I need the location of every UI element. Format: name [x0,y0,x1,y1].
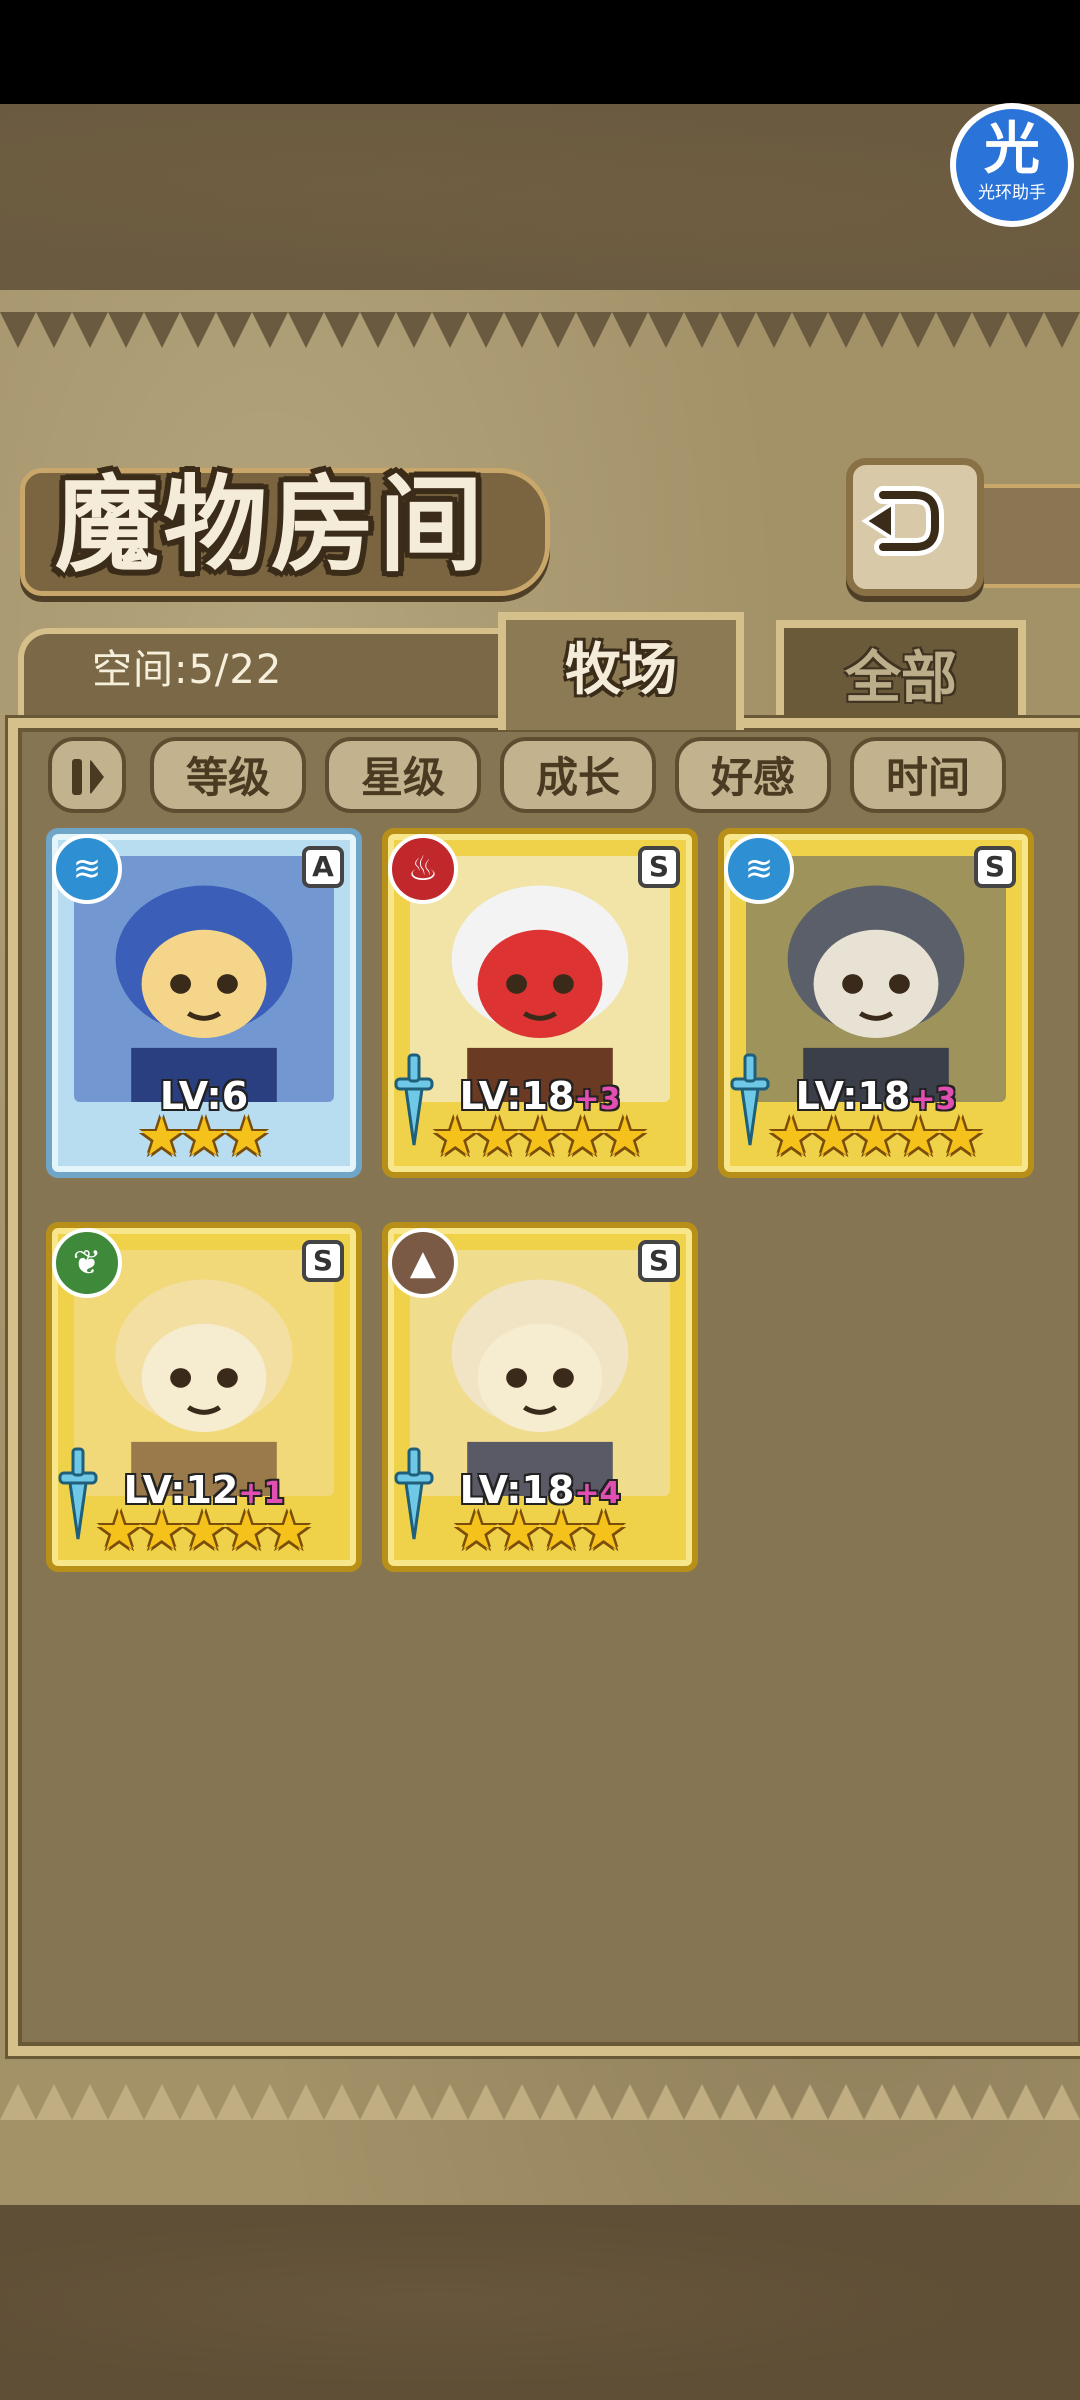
star-icon: ★ [222,1105,271,1168]
rank-badge: S [974,846,1016,888]
star-icon: ★ [600,1105,650,1168]
star-icon: ★ [94,1499,144,1562]
star-icon: ★ [537,1499,586,1562]
star-icon: ★ [851,1105,901,1168]
monster-card[interactable]: ❦ S LV:12+1 ★★★★★ [46,1222,362,1572]
star-icon: ★ [222,1499,271,1562]
star-rating: ★★★ [52,1108,356,1166]
star-icon: ★ [473,1105,522,1168]
star-icon: ★ [494,1499,543,1562]
star-icon: ★ [936,1105,986,1168]
back-button[interactable] [846,458,984,596]
star-rating: ★★★★★ [724,1108,1028,1166]
flame-icon: ♨ [388,834,458,904]
sort-order-toggle[interactable] [48,737,126,813]
space-capacity-label: 空间:5/22 [92,647,283,693]
water-waves-icon: ≋ [724,834,794,904]
monster-portrait [74,1250,334,1496]
star-rating: ★★★★★ [388,1108,692,1166]
star-icon: ★ [137,1105,186,1168]
sort-by-time-button[interactable]: 时间 [850,737,1006,813]
monster-card[interactable]: ▲ S LV:18+4 ★★★★ [382,1222,698,1572]
star-rating: ★★★★★ [52,1502,356,1560]
leaf-icon: ❦ [52,1228,122,1298]
rank-badge: S [302,1240,344,1282]
star-icon: ★ [430,1105,480,1168]
mountain-icon: ▲ [388,1228,458,1298]
star-icon: ★ [894,1105,943,1168]
star-icon: ★ [264,1499,314,1562]
rank-badge: S [638,846,680,888]
monster-portrait [410,1250,670,1496]
sort-order-arrow [90,759,104,795]
assistant-badge-label: 光环助手 [978,183,1046,203]
torn-edge-top [0,312,1080,348]
sort-by-stars-button[interactable]: 星级 [325,737,481,813]
map-background-bottom [0,2205,1080,2400]
assistant-badge-glyph: 光 [984,117,1040,182]
sort-bar: 等级 星级 成长 好感 时间 [44,737,1044,817]
sort-order-icon [72,759,82,795]
star-icon: ★ [515,1105,565,1168]
rank-badge: S [638,1240,680,1282]
sort-by-growth-button[interactable]: 成长 [500,737,656,813]
star-icon: ★ [137,1499,186,1562]
star-icon: ★ [766,1105,816,1168]
monster-card[interactable]: ♨ S LV:18+3 ★★★★★ [382,828,698,1178]
sort-by-affection-button[interactable]: 好感 [675,737,831,813]
monster-portrait [74,856,334,1102]
water-waves-icon: ≋ [52,834,122,904]
map-background-top [0,104,1080,290]
star-rating: ★★★★ [388,1502,692,1560]
star-icon: ★ [809,1105,858,1168]
assistant-badge[interactable]: 光 光环助手 [950,103,1074,227]
tab-ranch[interactable]: 牧场 [498,612,744,730]
status-bar [0,0,1080,104]
star-icon: ★ [452,1499,501,1562]
page-title: 魔物房间 [55,463,488,586]
star-icon: ★ [179,1499,229,1562]
torn-edge-bottom [0,2084,1080,2120]
return-arrow-icon [861,486,944,556]
tab-all[interactable]: 全部 [776,620,1026,728]
star-icon: ★ [179,1105,229,1168]
sort-by-level-button[interactable]: 等级 [150,737,306,813]
rank-badge: A [302,846,344,888]
star-icon: ★ [579,1499,628,1562]
monster-card[interactable]: ≋ A LV:6 ★★★ [46,828,362,1178]
monster-portrait [746,856,1006,1102]
star-icon: ★ [558,1105,607,1168]
monster-portrait [410,856,670,1102]
monster-card[interactable]: ≋ S LV:18+3 ★★★★★ [718,828,1034,1178]
